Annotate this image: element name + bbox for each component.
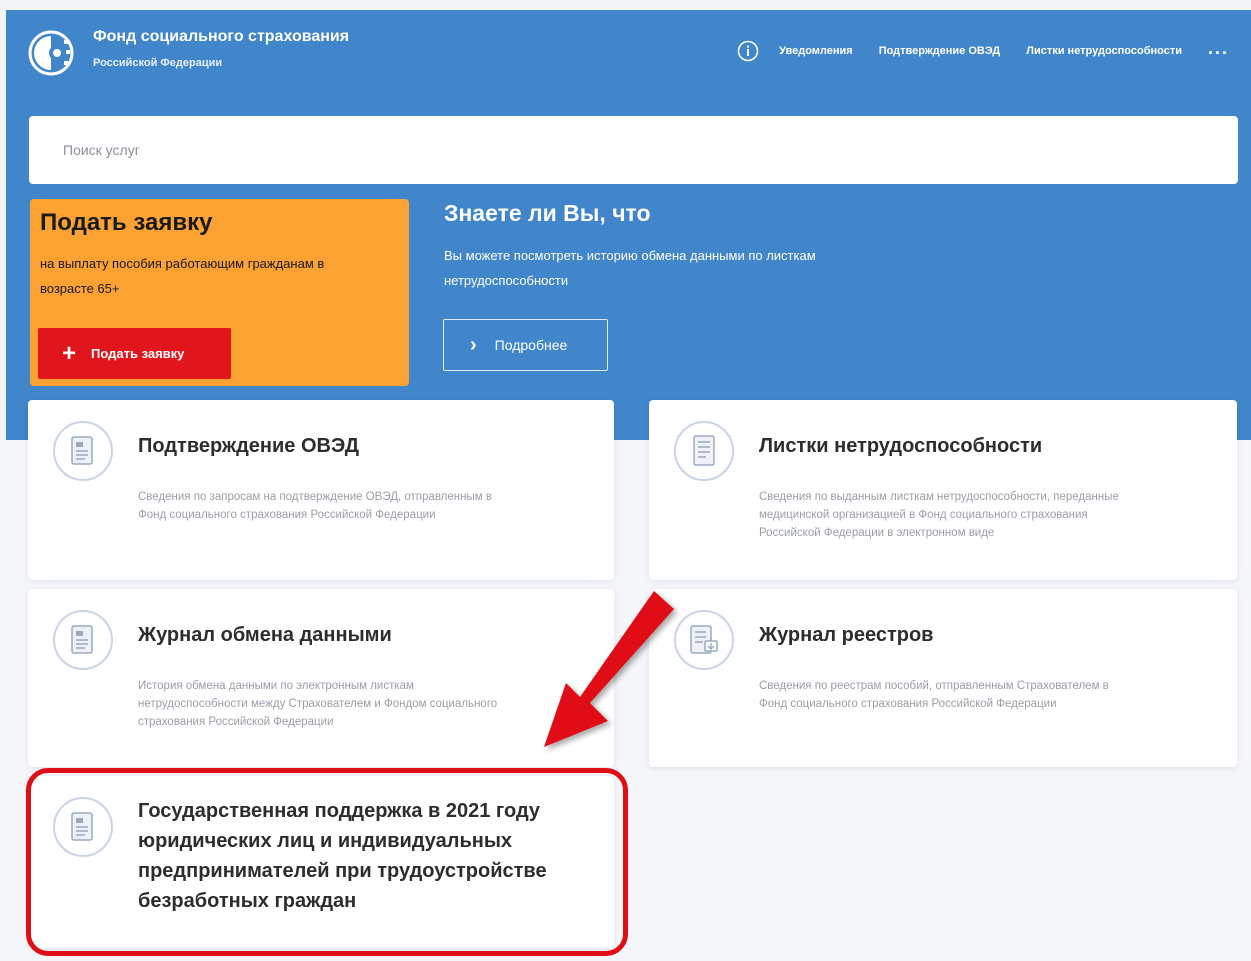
more-details-button[interactable]: › Подробнее	[443, 319, 608, 371]
service-card-exchange-log[interactable]: Журнал обмена данными История обмена дан…	[28, 589, 614, 767]
page: Фонд социального страхования Российской …	[0, 0, 1251, 961]
brand-subtitle: Российской Федерации	[93, 57, 223, 69]
card-description: Сведения по запросам на подтверждение ОВ…	[138, 491, 492, 521]
card-title: Журнал обмена данными	[138, 624, 392, 646]
document-icon	[53, 610, 113, 670]
more-menu-icon[interactable]: ...	[1208, 38, 1229, 59]
card-description: Сведения по выданным листкам нетрудоспос…	[759, 491, 1119, 539]
document-icon	[53, 421, 113, 481]
nav-item-ovad[interactable]: Подтверждение ОВЭД	[879, 45, 1001, 57]
card-description: История обмена данными по электронным ли…	[138, 680, 498, 728]
sick-leave-icon	[674, 421, 734, 481]
service-card-registry-log[interactable]: Журнал реестров Сведения по реестрам пос…	[649, 589, 1237, 767]
card-title: Государственная поддержка в 2021 году юр…	[138, 800, 547, 912]
search-input[interactable]	[29, 116, 1238, 184]
fss-logo-icon[interactable]	[28, 30, 74, 76]
did-you-know-title: Знаете ли Вы, что	[444, 200, 651, 226]
chevron-right-icon: ›	[470, 334, 477, 356]
nav-item-notifications[interactable]: Уведомления	[779, 45, 853, 57]
did-you-know-text: Вы можете посмотреть историю обмена данн…	[444, 248, 816, 288]
service-card-sick-leave[interactable]: Листки нетрудоспособности Сведения по вы…	[649, 400, 1237, 580]
promo-card: Подать заявку на выплату пособия работаю…	[30, 199, 409, 386]
submit-application-label: Подать заявку	[91, 346, 185, 361]
registry-icon	[674, 610, 734, 670]
document-icon	[53, 797, 113, 857]
card-description: Сведения по реестрам пособий, отправленн…	[759, 680, 1109, 710]
info-circle-icon[interactable]	[737, 40, 759, 62]
service-card-state-support[interactable]: Государственная поддержка в 2021 году юр…	[28, 776, 614, 948]
more-details-label: Подробнее	[494, 337, 568, 353]
brand-title: Фонд социального страхования	[93, 28, 350, 45]
promo-title: Подать заявку	[40, 209, 213, 236]
plus-icon: +	[62, 339, 77, 367]
card-title: Подтверждение ОВЭД	[138, 435, 359, 457]
card-title: Листки нетрудоспособности	[759, 435, 1043, 457]
service-card-ovad[interactable]: Подтверждение ОВЭД Сведения по запросам …	[28, 400, 614, 580]
card-title: Журнал реестров	[759, 624, 934, 646]
top-nav: Уведомления Подтверждение ОВЭД Листки не…	[737, 38, 1229, 62]
nav-item-sick-leave[interactable]: Листки нетрудоспособности	[1026, 45, 1182, 57]
submit-application-button[interactable]: + Подать заявку	[38, 328, 231, 379]
promo-text: на выплату пособия работающим гражданам …	[40, 256, 325, 296]
